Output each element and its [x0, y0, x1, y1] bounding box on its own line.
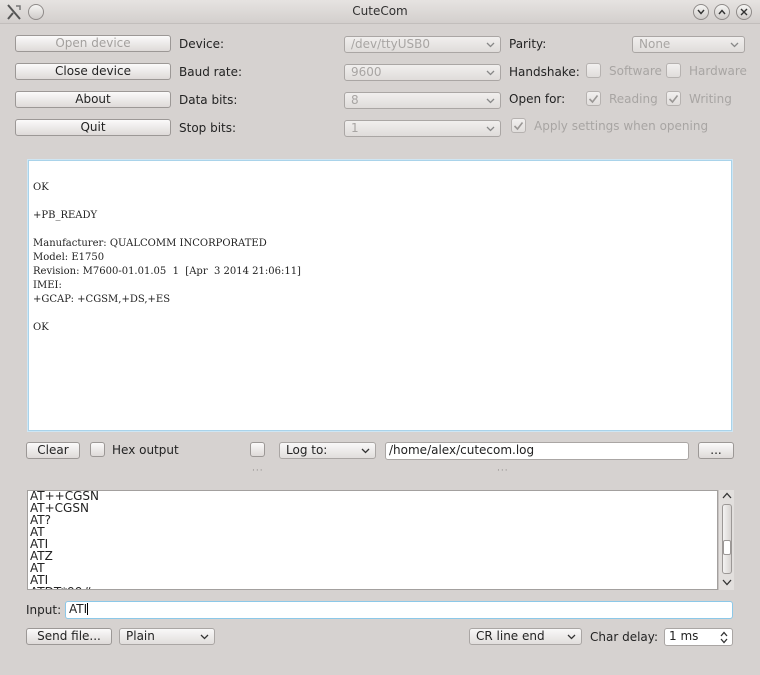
- device-combo[interactable]: /dev/ttyUSB0: [344, 36, 501, 53]
- spin-arrows-icon[interactable]: [720, 631, 728, 644]
- chevron-down-icon: [484, 121, 496, 136]
- checkmark-icon: [513, 121, 524, 130]
- char-delay-value: 1 ms: [669, 629, 699, 643]
- chevron-down-icon: [198, 629, 210, 644]
- log-enable-checkbox[interactable]: [250, 442, 265, 457]
- cutecom-window: CuteCom Open device Close device About Q…: [0, 0, 760, 675]
- log-to-value: Log to:: [286, 443, 328, 457]
- stop-bits-combo[interactable]: 1: [344, 120, 501, 137]
- chevron-down-icon: [728, 37, 740, 52]
- software-checkbox[interactable]: [586, 63, 601, 78]
- log-path-input[interactable]: /home/alex/cutecom.log: [385, 442, 689, 460]
- minimize-icon[interactable]: [693, 4, 709, 20]
- data-bits-value: 8: [351, 93, 359, 107]
- baud-rate-value: 9600: [351, 65, 382, 79]
- list-item[interactable]: ATDT*99#: [30, 586, 99, 589]
- software-label: Software: [609, 64, 662, 78]
- stop-bits-label: Stop bits:: [179, 121, 237, 135]
- handshake-label: Handshake:: [509, 65, 580, 79]
- splitter-handle[interactable]: ···: [252, 466, 264, 476]
- scroll-up-icon[interactable]: [722, 492, 732, 499]
- chevron-down-icon: [565, 629, 577, 644]
- history-list[interactable]: AT++CGSNAT+CGSNAT?ATATIATZATATIATDT*99#: [27, 490, 718, 590]
- data-bits-label: Data bits:: [179, 93, 238, 107]
- window-title: CuteCom: [352, 4, 408, 18]
- send-mode-value: Plain: [126, 629, 155, 643]
- char-delay-spinbox[interactable]: 1 ms: [664, 628, 733, 646]
- hardware-checkbox[interactable]: [666, 63, 681, 78]
- baud-rate-label: Baud rate:: [179, 65, 243, 79]
- scroll-down-icon[interactable]: [722, 579, 732, 586]
- chevron-down-icon: [484, 37, 496, 52]
- apply-settings-checkbox[interactable]: [511, 118, 526, 133]
- stop-bits-value: 1: [351, 121, 359, 135]
- writing-label: Writing: [689, 92, 732, 106]
- parity-value: None: [639, 37, 671, 51]
- chevron-down-icon: [359, 443, 371, 458]
- parity-combo[interactable]: None: [632, 36, 745, 53]
- splitter-handle[interactable]: ···: [497, 466, 509, 476]
- about-button[interactable]: About: [15, 91, 171, 108]
- command-input-value: ATI: [69, 602, 88, 616]
- send-mode-combo[interactable]: Plain: [119, 628, 215, 645]
- history-scrollbar[interactable]: [718, 490, 734, 590]
- char-delay-label: Char delay:: [590, 630, 659, 644]
- chevron-down-icon: [484, 65, 496, 80]
- writing-checkbox[interactable]: [666, 91, 681, 106]
- device-label: Device:: [179, 37, 225, 51]
- data-bits-combo[interactable]: 8: [344, 92, 501, 109]
- reading-checkbox[interactable]: [586, 91, 601, 106]
- history-items: AT++CGSNAT+CGSNAT?ATATIATZATATIATDT*99#: [30, 491, 99, 589]
- hex-output-label: Hex output: [112, 443, 179, 457]
- close-icon[interactable]: [736, 4, 752, 20]
- output-text: OK +PB_READY Manufacturer: QUALCOMM INCO…: [33, 182, 301, 333]
- hardware-label: Hardware: [689, 64, 747, 78]
- line-end-value: CR line end: [476, 629, 545, 643]
- open-for-label: Open for:: [509, 92, 566, 106]
- scrollbar-thumb[interactable]: [722, 504, 732, 574]
- parity-label: Parity:: [509, 37, 547, 51]
- clear-button[interactable]: Clear: [26, 442, 80, 459]
- close-device-button[interactable]: Close device: [15, 63, 171, 80]
- command-input[interactable]: ATI: [65, 601, 733, 619]
- apply-settings-label: Apply settings when opening: [534, 119, 709, 133]
- maximize-icon[interactable]: [714, 4, 730, 20]
- reading-label: Reading: [609, 92, 658, 106]
- input-label: Input:: [26, 603, 62, 617]
- checkmark-icon: [588, 94, 599, 103]
- browse-log-button[interactable]: ...: [698, 442, 734, 459]
- hex-output-checkbox[interactable]: [90, 442, 105, 457]
- scrollbar-grip: [723, 540, 731, 555]
- title-bar: CuteCom: [0, 0, 760, 24]
- chevron-down-icon: [484, 93, 496, 108]
- open-device-button[interactable]: Open device: [15, 35, 171, 52]
- log-to-combo[interactable]: Log to:: [279, 442, 376, 459]
- line-end-combo[interactable]: CR line end: [469, 628, 582, 645]
- output-textarea[interactable]: OK +PB_READY Manufacturer: QUALCOMM INCO…: [28, 160, 732, 431]
- quit-button[interactable]: Quit: [15, 119, 171, 136]
- device-value: /dev/ttyUSB0: [351, 37, 430, 51]
- text-cursor: [87, 603, 89, 615]
- baud-rate-combo[interactable]: 9600: [344, 64, 501, 81]
- checkmark-icon: [668, 94, 679, 103]
- send-file-button[interactable]: Send file...: [26, 628, 112, 645]
